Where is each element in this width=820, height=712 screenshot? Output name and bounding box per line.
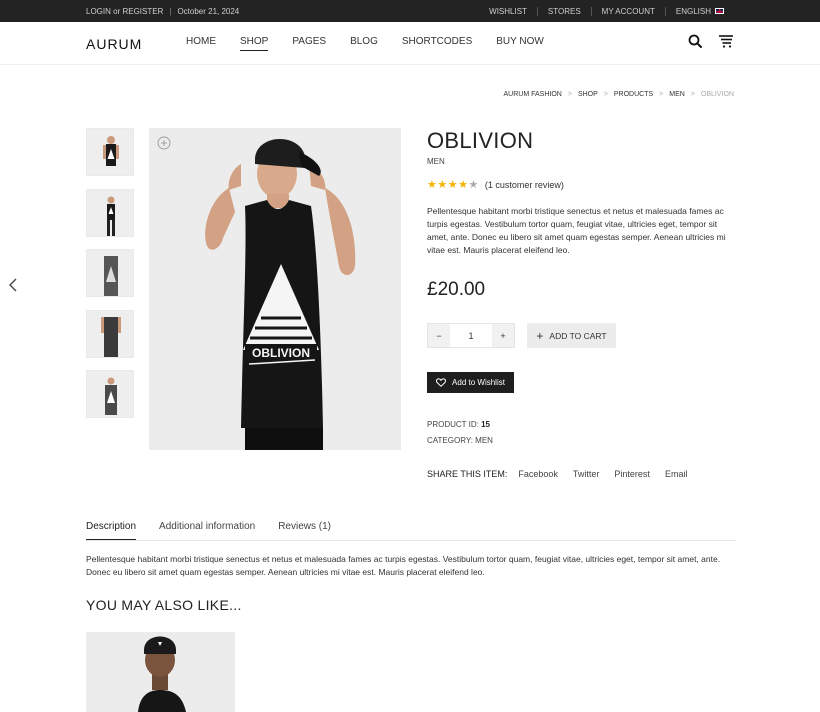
share-email-link[interactable]: Email <box>665 469 688 479</box>
uk-flag-icon <box>715 8 724 15</box>
language-selector[interactable]: ENGLISH <box>664 6 734 16</box>
tab-description-content: Pellentesque habitant morbi tristique se… <box>86 554 721 577</box>
breadcrumb-separator: > <box>603 91 608 98</box>
chevron-left-icon[interactable] <box>8 278 18 297</box>
login-register-link[interactable]: LOGIN or REGISTER <box>86 7 163 16</box>
search-icon[interactable] <box>688 34 702 53</box>
main-nav: HOME SHOP PAGES BLOG SHORTCODES BUY NOW <box>186 36 568 51</box>
quantity-stepper: − 1 + <box>427 323 515 348</box>
plus-icon[interactable]: + <box>492 324 514 347</box>
shirt-graphic-text: OBLIVION <box>252 346 310 360</box>
product-id-label: PRODUCT ID: <box>427 420 479 429</box>
nav-blog[interactable]: BLOG <box>350 36 378 51</box>
my-account-link[interactable]: MY ACCOUNT <box>590 6 665 16</box>
product-main-image[interactable]: OBLIVION <box>149 128 401 450</box>
star-icon: ★ <box>447 179 459 191</box>
add-to-cart-label: ADD TO CART <box>549 330 607 341</box>
tab-reviews[interactable]: Reviews (1) <box>278 521 331 540</box>
breadcrumb-current: OBLIVION <box>700 91 734 98</box>
product-thumbnail[interactable] <box>86 309 134 358</box>
product-category-row: CATEGORY: MEN <box>427 433 493 449</box>
wishlist-link[interactable]: WISHLIST <box>489 7 537 16</box>
plus-icon: + <box>536 328 544 343</box>
related-product-image[interactable] <box>86 632 235 712</box>
breadcrumb-men[interactable]: MEN <box>669 91 685 98</box>
breadcrumb-separator: > <box>690 91 695 98</box>
star-empty-icon: ★ <box>468 179 479 191</box>
product-price: £20.00 <box>427 279 486 300</box>
product-title: OBLIVION <box>427 128 534 153</box>
topbar-divider: | <box>169 6 172 16</box>
add-to-wishlist-button[interactable]: Add to Wishlist <box>427 372 514 393</box>
product-thumbnail[interactable] <box>86 128 134 176</box>
top-bar: LOGIN or REGISTER | October 21, 2024 WIS… <box>0 0 820 22</box>
breadcrumb-products[interactable]: PRODUCTS <box>614 91 653 98</box>
breadcrumb-separator: > <box>567 91 572 98</box>
share-facebook-link[interactable]: Facebook <box>518 469 558 479</box>
share-label: SHARE THIS ITEM: <box>427 469 508 479</box>
rating-stars: ★★★★★ <box>427 178 479 191</box>
related-products-heading: YOU MAY ALSO LIKE... <box>86 597 242 613</box>
star-icon: ★ <box>458 179 469 191</box>
site-logo[interactable]: AURUM <box>86 36 142 52</box>
quantity-input[interactable]: 1 <box>450 324 492 347</box>
product-id-row: PRODUCT ID: 15 <box>427 417 493 433</box>
breadcrumb-separator: > <box>659 91 664 98</box>
nav-pages[interactable]: PAGES <box>292 36 326 51</box>
review-count-link[interactable]: (1 customer review) <box>485 180 564 190</box>
product-thumbnails <box>86 128 134 431</box>
product-category-label: CATEGORY: <box>427 436 473 445</box>
breadcrumb-home[interactable]: AURUM FASHION <box>504 91 562 98</box>
product-category-link[interactable]: MEN <box>475 436 493 445</box>
add-to-wishlist-label: Add to Wishlist <box>452 378 505 387</box>
share-pinterest-link[interactable]: Pinterest <box>614 469 650 479</box>
star-icon: ★ <box>437 179 448 191</box>
product-thumbnail[interactable] <box>86 188 134 237</box>
minus-icon[interactable]: − <box>428 324 450 347</box>
product-rating: ★★★★★ (1 customer review) <box>427 178 564 191</box>
cart-icon[interactable] <box>718 34 734 53</box>
product-meta: PRODUCT ID: 15 CATEGORY: MEN <box>427 417 493 449</box>
share-twitter-link[interactable]: Twitter <box>573 469 600 479</box>
current-date: October 21, 2024 <box>177 6 240 16</box>
share-bar: SHARE THIS ITEM: Facebook Twitter Pinter… <box>427 469 702 479</box>
tab-description[interactable]: Description <box>86 521 137 540</box>
stores-link[interactable]: STORES <box>536 6 591 16</box>
nav-shop[interactable]: SHOP <box>240 36 269 51</box>
product-thumbnail[interactable] <box>86 370 134 418</box>
product-id-value: 15 <box>481 420 490 429</box>
star-icon: ★ <box>427 179 438 191</box>
zoom-plus-icon[interactable] <box>157 136 171 155</box>
nav-home[interactable]: HOME <box>186 36 216 51</box>
add-to-cart-button[interactable]: + ADD TO CART <box>527 323 616 348</box>
product-short-description: Pellentesque habitant morbi tristique se… <box>427 206 726 255</box>
site-header: AURUM HOME SHOP PAGES BLOG SHORTCODES BU… <box>0 22 820 65</box>
product-thumbnail[interactable] <box>86 249 134 297</box>
nav-buy-now[interactable]: BUY NOW <box>496 36 544 51</box>
tab-additional-information[interactable]: Additional information <box>159 521 255 540</box>
heart-icon <box>436 378 447 387</box>
language-label: ENGLISH <box>675 6 711 16</box>
product-category[interactable]: MEN <box>427 157 445 166</box>
breadcrumb: AURUM FASHION > SHOP > PRODUCTS > MEN > … <box>504 91 734 98</box>
product-tabs: Description Additional information Revie… <box>86 521 736 541</box>
nav-shortcodes[interactable]: SHORTCODES <box>402 36 472 51</box>
breadcrumb-shop[interactable]: SHOP <box>578 91 598 98</box>
